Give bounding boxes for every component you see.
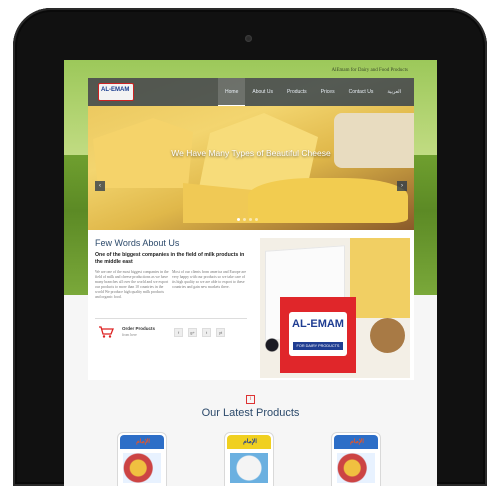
cart-icon[interactable]: [98, 326, 114, 338]
slider-dot[interactable]: [249, 218, 252, 221]
nav-item-about[interactable]: About Us: [245, 78, 280, 106]
slider-next-button[interactable]: ›: [397, 181, 407, 191]
about-lead: One of the biggest companies in the fiel…: [95, 252, 245, 265]
info-icon: i: [246, 395, 255, 404]
walnut-image: [370, 318, 405, 353]
cracker-image: [334, 113, 414, 168]
product-image: [337, 453, 375, 483]
product-card[interactable]: الإمام: [331, 432, 381, 486]
slider-dot[interactable]: [255, 218, 258, 221]
hero-title: We Have Many Types of Beautiful Cheese: [171, 148, 331, 158]
brand-badge: AL-EMAM FOR DAIRY PRODUCTS: [280, 297, 356, 373]
order-products-sub: from here: [122, 333, 137, 337]
product-header: الإمام: [227, 435, 271, 449]
site-logo[interactable]: AL-EMAM: [98, 83, 134, 101]
youtube-icon[interactable]: yt: [216, 328, 225, 337]
product-image: [123, 453, 161, 483]
slider-dots: [237, 218, 258, 221]
nav-item-arabic[interactable]: العربية: [380, 78, 408, 106]
badge-tag: FOR DAIRY PRODUCTS: [293, 342, 343, 350]
latest-products-title: Our Latest Products: [201, 407, 300, 419]
about-paragraph-2: Most of our clients from america and Eur…: [172, 270, 247, 289]
product-card[interactable]: الإمام: [117, 432, 167, 486]
cheese-image: [248, 178, 408, 223]
divider: [95, 318, 247, 319]
top-right-text: AlEmam for Dairy and Food Products: [331, 68, 408, 73]
top-strip: AlEmam for Dairy and Food Products: [88, 65, 414, 79]
slider-prev-button[interactable]: ‹: [95, 181, 105, 191]
about-paragraph-1: We are one of the most biggest companies…: [95, 270, 169, 299]
main-navbar: AL-EMAM Home About Us Products Prices Co…: [88, 78, 414, 106]
products-row: الإمام الإمام الإمام: [64, 428, 437, 486]
cheese-image: [350, 238, 410, 318]
twitter-icon[interactable]: t: [202, 328, 211, 337]
website-screen: AlEmam for Dairy and Food Products We Ha…: [64, 60, 437, 486]
about-section: Few Words About Us One of the biggest co…: [88, 230, 414, 380]
nav-menu: Home About Us Products Prices Contact Us…: [218, 78, 408, 106]
slider-dot[interactable]: [237, 218, 240, 221]
product-header: الإمام: [334, 435, 378, 449]
product-label: الإمام: [243, 439, 257, 445]
badge-name: AL-EMAM: [292, 318, 344, 330]
nav-item-home[interactable]: Home: [218, 78, 246, 106]
product-label: الإمام: [350, 439, 364, 445]
nav-item-prices[interactable]: Prices: [314, 78, 342, 106]
social-links: f g+ t yt: [174, 328, 225, 337]
nav-item-contact[interactable]: Contact Us: [342, 78, 381, 106]
slider-dot[interactable]: [243, 218, 246, 221]
order-products-link[interactable]: Order Products: [122, 326, 155, 331]
facebook-icon[interactable]: f: [174, 328, 183, 337]
camera-dot: [245, 35, 252, 42]
logo-text: AL-EMAM: [101, 87, 130, 93]
product-card[interactable]: الإمام: [224, 432, 274, 486]
nav-item-products[interactable]: Products: [280, 78, 314, 106]
google-plus-icon[interactable]: g+: [188, 328, 197, 337]
about-heading: Few Words About Us: [95, 238, 180, 248]
product-header: الإمام: [120, 435, 164, 449]
product-image: [230, 453, 268, 483]
badge-inner: AL-EMAM FOR DAIRY PRODUCTS: [289, 312, 347, 356]
product-label: الإمام: [136, 439, 150, 445]
